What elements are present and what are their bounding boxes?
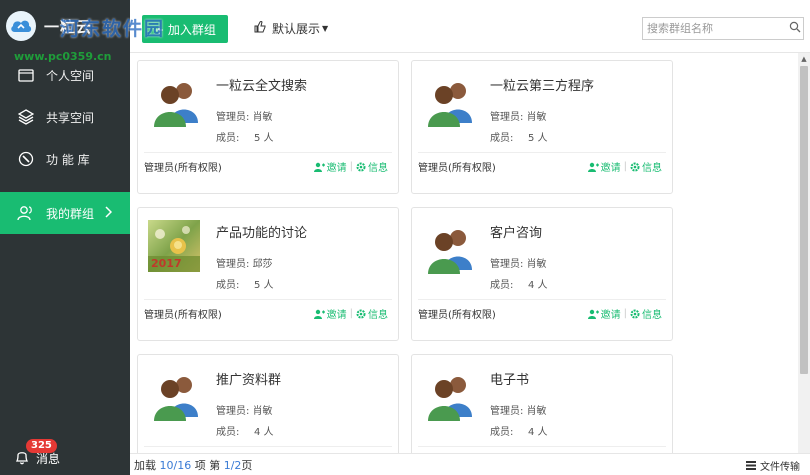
group-name[interactable]: 电子书 — [490, 369, 529, 388]
header: + 加入群组 默认展示 ▼ — [130, 0, 810, 53]
sidebar-item-my-groups[interactable]: 我的群组 — [0, 192, 130, 234]
group-role: 管理员(所有权限) — [144, 163, 222, 174]
group-card[interactable]: 一粒云全文搜索 管理员: 肖敏 成员: 5 人 管理员(所有权限) 邀请 | 信息 — [137, 60, 399, 194]
group-members: 成员: 5 人 — [216, 133, 274, 144]
group-name[interactable]: 推广资料群 — [216, 369, 281, 388]
gear-icon — [356, 162, 366, 171]
group-grid: 一粒云全文搜索 管理员: 肖敏 成员: 5 人 管理员(所有权限) 邀请 | 信息 — [130, 53, 798, 453]
file-transfer-button[interactable]: 文件传输 — [746, 458, 800, 473]
sidebar-item-function-library[interactable]: 功 能 库 — [0, 138, 130, 180]
group-actions: 邀请 | 信息 — [587, 306, 662, 321]
info-button[interactable]: 信息 — [630, 306, 662, 321]
notification-count-badge: 325 — [26, 438, 57, 453]
divider — [144, 299, 392, 300]
divider — [418, 446, 666, 447]
search-box[interactable] — [642, 17, 804, 40]
group-members: 成员: 5 人 — [490, 133, 548, 144]
notifications[interactable]: 325 消息 — [0, 438, 130, 475]
group-card[interactable]: 电子书 管理员: 肖敏 成员: 4 人 — [411, 354, 673, 453]
join-group-button[interactable]: + 加入群组 — [142, 15, 228, 43]
group-name[interactable]: 产品功能的讨论 — [216, 222, 307, 241]
sidebar-item-shared-space[interactable]: 共享空间 — [0, 96, 130, 138]
group-card[interactable]: 一粒云第三方程序 管理员: 肖敏 成员: 5 人 管理员(所有权限) 邀请 | 信… — [411, 60, 673, 194]
scroll-thumb[interactable] — [800, 66, 808, 374]
group-manager: 管理员: 肖敏 — [490, 112, 547, 123]
gear-icon — [356, 309, 366, 318]
user-group-icon — [16, 203, 36, 223]
group-manager: 管理员: 肖敏 — [490, 406, 547, 417]
sidebar-item-personal-space[interactable]: 个人空间 — [0, 54, 130, 96]
chevron-right-icon — [104, 205, 113, 221]
sidebar-item-label: 个人空间 — [46, 68, 95, 83]
group-actions: 邀请 | 信息 — [313, 159, 388, 174]
group-card[interactable]: 客户咨询 管理员: 肖敏 成员: 4 人 管理员(所有权限) 邀请 | 信息 — [411, 207, 673, 341]
app-logo[interactable]: 一粒云 — [0, 0, 130, 52]
group-role: 管理员(所有权限) — [418, 310, 496, 321]
gear-icon — [630, 162, 640, 171]
info-button[interactable]: 信息 — [630, 159, 662, 174]
group-avatar-icon — [148, 73, 204, 129]
transfer-list-icon — [746, 461, 756, 470]
add-user-icon — [313, 309, 325, 319]
add-user-icon — [587, 309, 599, 319]
add-user-icon — [587, 162, 599, 172]
group-members: 成员: 5 人 — [216, 280, 274, 291]
info-button[interactable]: 信息 — [356, 306, 388, 321]
logo-text: 一粒云 — [44, 17, 93, 36]
invite-button[interactable]: 邀请 — [587, 159, 621, 174]
group-manager: 管理员: 肖敏 — [490, 259, 547, 270]
compass-icon — [16, 149, 36, 169]
invite-button[interactable]: 邀请 — [313, 159, 347, 174]
group-avatar-icon — [422, 367, 478, 423]
folder-icon — [16, 65, 36, 85]
layers-icon — [16, 107, 36, 127]
sidebar: 一粒云 个人空间 共享空间 功 能 库 我的群组 325 消息 — [0, 0, 130, 475]
group-manager: 管理员: 邱莎 — [216, 259, 273, 270]
group-manager: 管理员: 肖敏 — [216, 112, 273, 123]
sidebar-item-label: 功 能 库 — [46, 152, 90, 167]
photo-text: 2017 — [151, 257, 182, 270]
group-actions: 邀请 | 信息 — [587, 159, 662, 174]
group-actions: 邀请 | 信息 — [313, 306, 388, 321]
sidebar-item-label: 我的群组 — [46, 206, 95, 221]
group-avatar-icon — [422, 73, 478, 129]
group-name[interactable]: 客户咨询 — [490, 222, 542, 241]
display-mode-dropdown[interactable]: 默认展示 ▼ — [254, 20, 328, 37]
group-avatar-icon — [148, 367, 204, 423]
invite-button[interactable]: 邀请 — [587, 306, 621, 321]
sidebar-item-label: 共享空间 — [46, 110, 95, 125]
status-bar: 加载 10/16 项 第 1/2页 文件传输 — [130, 453, 810, 475]
group-members: 成员: 4 人 — [490, 280, 548, 291]
group-role: 管理员(所有权限) — [418, 163, 496, 174]
group-card[interactable]: 2017 产品功能的讨论 管理员: 邱莎 成员: 5 人 管理员(所有权限) 邀请… — [137, 207, 399, 341]
divider — [144, 446, 392, 447]
add-user-icon — [313, 162, 325, 172]
group-card[interactable]: 推广资料群 管理员: 肖敏 成员: 4 人 — [137, 354, 399, 453]
load-status: 加载 10/16 项 第 1/2页 — [134, 458, 253, 472]
vertical-scrollbar[interactable]: ▲ — [798, 53, 810, 453]
thumbs-up-icon — [254, 21, 266, 36]
cloud-logo-icon — [6, 11, 36, 41]
invite-button[interactable]: 邀请 — [313, 306, 347, 321]
group-avatar-icon — [422, 220, 478, 276]
group-name[interactable]: 一粒云第三方程序 — [490, 75, 594, 94]
group-members: 成员: 4 人 — [216, 427, 274, 438]
gear-icon — [630, 309, 640, 318]
divider — [418, 299, 666, 300]
scroll-up-arrow-icon[interactable]: ▲ — [798, 53, 810, 65]
group-name[interactable]: 一粒云全文搜索 — [216, 75, 307, 94]
search-icon[interactable] — [789, 21, 801, 36]
photo-avatar: 2017 — [148, 220, 204, 276]
display-mode-label: 默认展示 — [272, 22, 321, 36]
group-members: 成员: 4 人 — [490, 427, 548, 438]
info-button[interactable]: 信息 — [356, 159, 388, 174]
search-input[interactable] — [647, 22, 789, 35]
group-role: 管理员(所有权限) — [144, 310, 222, 321]
divider — [418, 152, 666, 153]
group-manager: 管理员: 肖敏 — [216, 406, 273, 417]
divider — [144, 152, 392, 153]
caret-down-icon: ▼ — [322, 24, 329, 33]
